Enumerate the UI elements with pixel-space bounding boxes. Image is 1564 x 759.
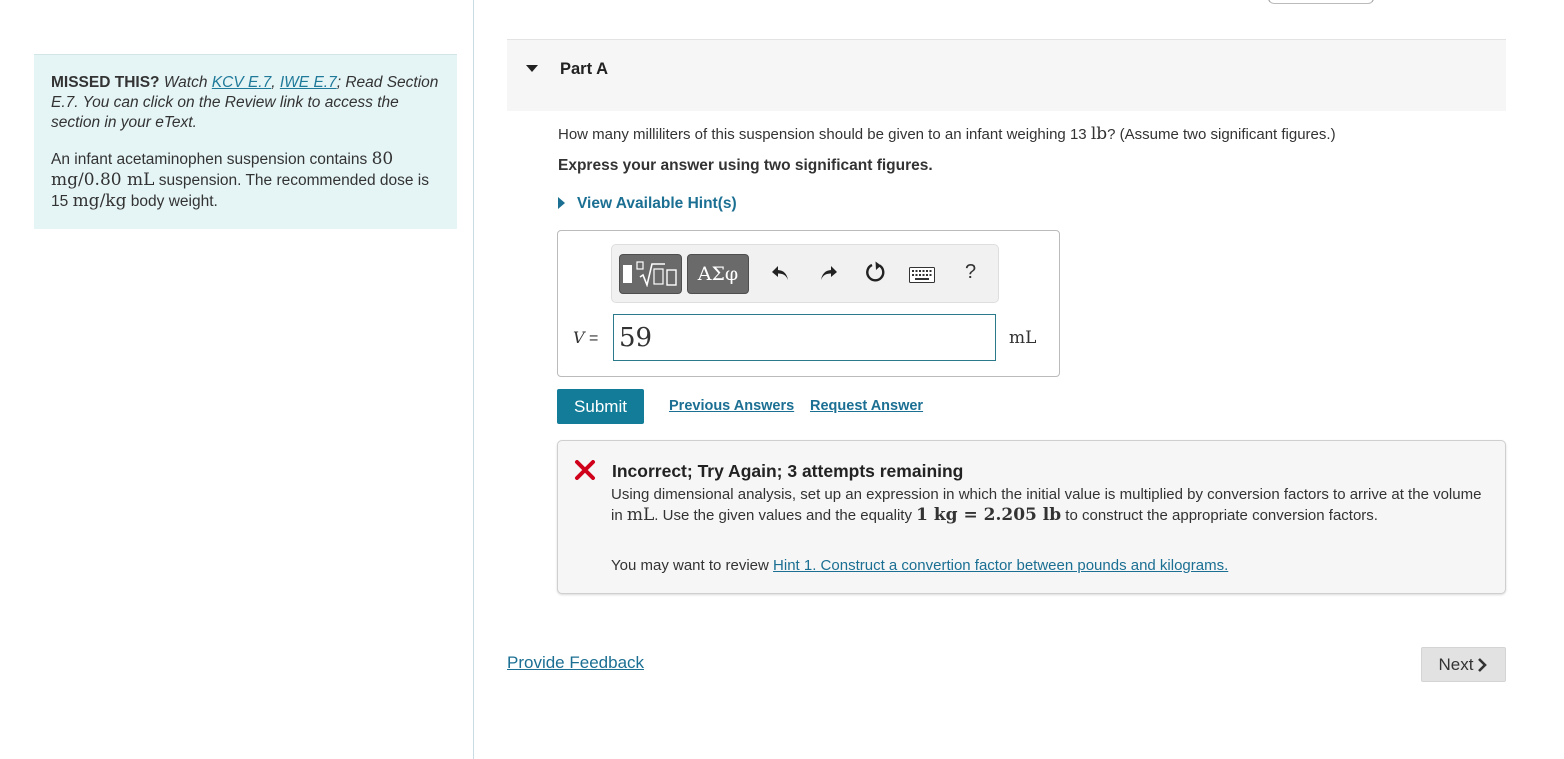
feedback-unit: mL bbox=[626, 505, 655, 525]
part-a-header[interactable]: Part A bbox=[507, 39, 1506, 111]
template-square-icon bbox=[623, 265, 632, 283]
chevron-right-icon bbox=[1478, 657, 1488, 672]
question-pre: How many milliliters of this suspension … bbox=[558, 126, 1087, 143]
kcv-link[interactable]: KCV E.7 bbox=[212, 74, 271, 91]
greek-symbols-button[interactable]: ΑΣφ bbox=[687, 254, 749, 294]
top-edge-element bbox=[1268, 0, 1374, 4]
templates-button[interactable] bbox=[619, 254, 682, 294]
intro-panel: MISSED THIS? Watch KCV E.7, IWE E.7; Rea… bbox=[34, 54, 457, 229]
feedback-text-2: . Use the given values and the equality bbox=[654, 507, 912, 524]
feedback-review: You may want to review Hint 1. Construct… bbox=[611, 557, 1228, 574]
feedback-box: Incorrect; Try Again; 3 attempts remaini… bbox=[557, 440, 1506, 594]
link-separator: , bbox=[271, 74, 276, 91]
collapse-caret-icon[interactable] bbox=[526, 65, 538, 72]
undo-icon[interactable] bbox=[771, 263, 791, 283]
incorrect-x-icon bbox=[575, 460, 595, 480]
express-instruction: Express your answer using two significan… bbox=[558, 157, 933, 174]
feedback-body: Using dimensional analysis, set up an ex… bbox=[611, 484, 1486, 526]
next-label: Next bbox=[1438, 654, 1474, 674]
previous-answers-link[interactable]: Previous Answers bbox=[669, 398, 794, 414]
problem-text-3: body weight. bbox=[130, 193, 218, 210]
feedback-title: Incorrect; Try Again; 3 attempts remaini… bbox=[612, 461, 964, 481]
answer-unit: mL bbox=[1009, 328, 1037, 348]
question-unit: lb bbox=[1090, 124, 1108, 144]
missed-this-text: MISSED THIS? Watch KCV E.7, IWE E.7; Rea… bbox=[51, 73, 441, 133]
problem-dose-unit: mg/kg bbox=[72, 191, 127, 211]
answer-box: ΑΣφ ? V = mL bbox=[557, 230, 1060, 377]
watch-text: Watch bbox=[163, 74, 208, 91]
help-button[interactable]: ? bbox=[965, 261, 976, 284]
template-radical-icon bbox=[636, 261, 677, 287]
review-text: You may want to review bbox=[611, 557, 769, 574]
missed-label: MISSED THIS? bbox=[51, 74, 160, 91]
answer-input[interactable] bbox=[613, 314, 996, 361]
reset-icon[interactable] bbox=[864, 261, 888, 285]
part-title: Part A bbox=[560, 60, 608, 78]
feedback-equality: 1 kg = 2.205 lb bbox=[916, 505, 1062, 525]
view-hints-toggle[interactable]: View Available Hint(s) bbox=[558, 195, 737, 213]
panel-divider bbox=[473, 0, 474, 759]
review-hint-link[interactable]: Hint 1. Construct a convertion factor be… bbox=[773, 557, 1228, 574]
variable-symbol: V bbox=[573, 328, 585, 347]
iwe-link[interactable]: IWE E.7 bbox=[280, 74, 337, 91]
expand-triangle-icon bbox=[558, 197, 565, 209]
provide-feedback-link[interactable]: Provide Feedback bbox=[507, 653, 644, 673]
question-post: ? (Assume two significant figures.) bbox=[1107, 126, 1336, 143]
feedback-text-3: to construct the appropriate conversion … bbox=[1065, 507, 1378, 524]
math-toolbar: ΑΣφ ? bbox=[611, 244, 999, 303]
submit-button[interactable]: Submit bbox=[557, 389, 644, 424]
question-text: How many milliliters of this suspension … bbox=[558, 124, 1336, 144]
request-answer-link[interactable]: Request Answer bbox=[810, 398, 923, 414]
problem-statement: An infant acetaminophen suspension conta… bbox=[51, 149, 441, 212]
equals-sign: = bbox=[589, 330, 599, 347]
next-button[interactable]: Next bbox=[1421, 647, 1506, 682]
problem-text-1: An infant acetaminophen suspension conta… bbox=[51, 151, 368, 168]
variable-label: V = bbox=[573, 328, 598, 348]
view-hints-label: View Available Hint(s) bbox=[577, 195, 737, 212]
redo-icon[interactable] bbox=[818, 263, 838, 283]
keyboard-icon[interactable] bbox=[909, 267, 935, 283]
